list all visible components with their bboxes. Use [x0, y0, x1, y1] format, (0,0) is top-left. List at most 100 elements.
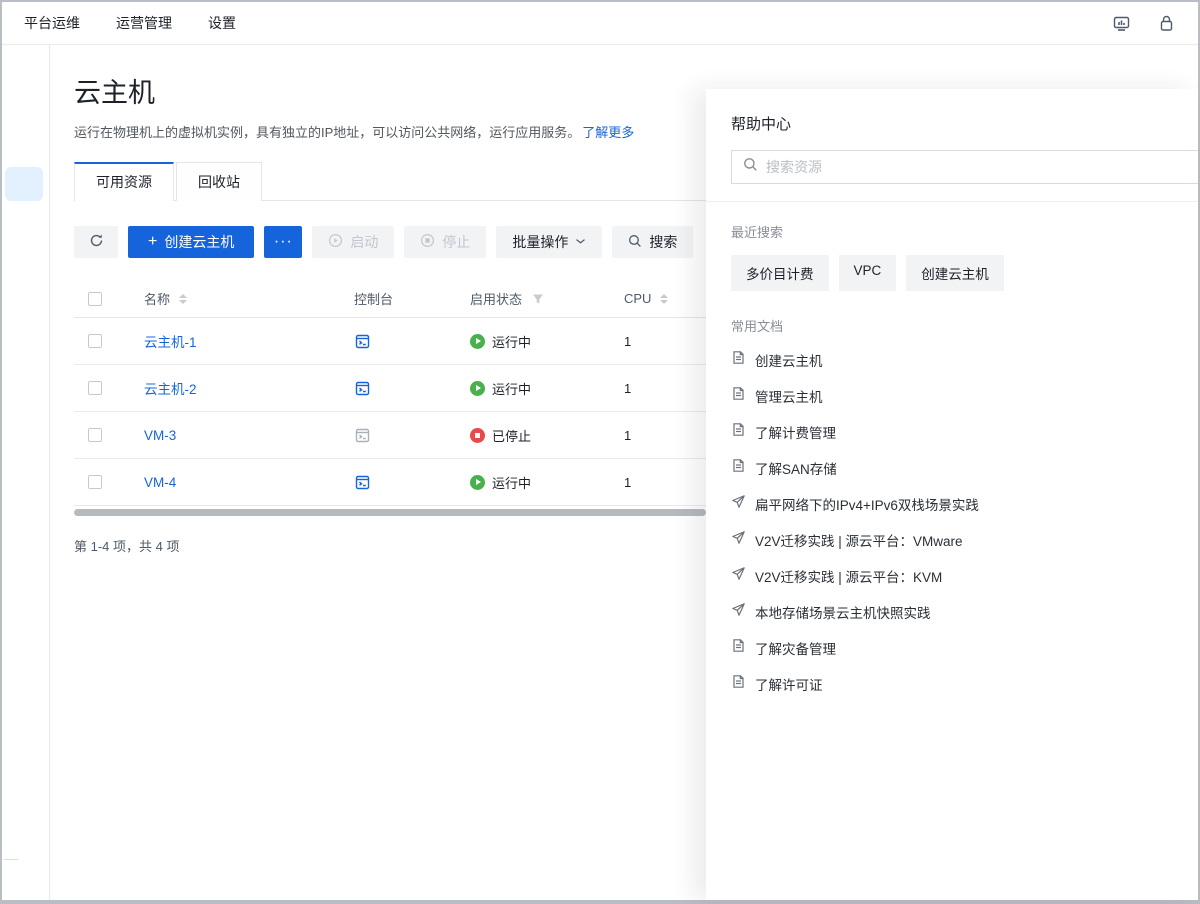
page-description-text: 运行在物理机上的虚拟机实例，具有独立的IP地址，可以访问公共网络，运行应用服务。 [74, 125, 580, 140]
row-checkbox[interactable] [88, 334, 102, 348]
cpu-value: 1 [608, 381, 698, 396]
recent-tag[interactable]: 多价目计费 [731, 255, 829, 291]
plus-icon: + [148, 233, 157, 251]
more-actions-button[interactable]: ··· [264, 226, 302, 258]
stopped-status-icon [470, 428, 485, 443]
running-status-icon [470, 475, 485, 490]
row-checkbox[interactable] [88, 475, 102, 489]
content-area: 云主机 运行在物理机上的虚拟机实例，具有独立的IP地址，可以访问公共网络，运行应… [2, 45, 1198, 900]
document-icon [731, 350, 746, 370]
tab-available-resources[interactable]: 可用资源 [74, 162, 174, 201]
sort-icon[interactable] [179, 290, 187, 308]
cpu-value: 1 [608, 428, 698, 443]
recent-tag[interactable]: 创建云主机 [906, 255, 1004, 291]
column-header-cpu[interactable]: CPU [608, 290, 698, 308]
doc-list-item[interactable]: V2V迁移实践 | 源云平台：VMware [731, 522, 1174, 558]
help-search-box[interactable] [731, 150, 1198, 184]
common-docs-label: 常用文档 [731, 316, 1174, 335]
recent-searches-label: 最近搜索 [731, 222, 1174, 241]
document-icon [731, 422, 746, 442]
tab-bar: 可用资源 回收站 [74, 161, 714, 201]
search-label: 搜索 [649, 232, 677, 252]
status-badge: 已停止 [470, 426, 531, 445]
stop-label: 停止 [442, 232, 470, 252]
console-icon[interactable] [354, 333, 371, 350]
search-icon [628, 234, 642, 251]
running-status-icon [470, 381, 485, 396]
stop-button[interactable]: 停止 [404, 226, 486, 258]
select-all-checkbox[interactable] [88, 292, 102, 306]
chevron-down-icon [575, 237, 586, 247]
paper-plane-icon [731, 494, 746, 514]
tab-recycle-bin[interactable]: 回收站 [176, 162, 262, 201]
document-icon [731, 458, 746, 478]
sort-icon[interactable] [660, 290, 668, 308]
doc-list-item[interactable]: 管理云主机 [731, 378, 1174, 414]
doc-list-item[interactable]: 了解计费管理 [731, 414, 1174, 450]
doc-list-item[interactable]: 本地存储场景云主机快照实践 [731, 594, 1174, 630]
stop-circle-icon [420, 233, 435, 251]
filter-funnel-icon[interactable] [532, 293, 544, 305]
console-icon[interactable] [354, 380, 371, 397]
paper-plane-icon [731, 602, 746, 622]
doc-list-item[interactable]: 扁平网络下的IPv4+IPv6双栈场景实践 [731, 486, 1174, 522]
column-header-name[interactable]: 名称 [128, 289, 338, 308]
search-button[interactable]: 搜索 [612, 226, 693, 258]
nav-item-settings[interactable]: 设置 [208, 13, 236, 33]
paper-plane-icon [731, 530, 746, 550]
nav-item-platform-ops[interactable]: 平台运维 [24, 13, 80, 33]
doc-list-item[interactable]: 了解许可证 [731, 666, 1174, 702]
vm-name-link[interactable]: 云主机-2 [144, 378, 197, 398]
document-icon [731, 674, 746, 694]
vm-name-link[interactable]: VM-4 [144, 475, 176, 490]
cpu-value: 1 [608, 475, 698, 490]
horizontal-scrollbar[interactable] [74, 509, 706, 516]
doc-list-item[interactable]: 了解灾备管理 [731, 630, 1174, 666]
sidebar-divider [4, 859, 18, 860]
vm-table: 名称 控制台 启用状态 CPU [74, 280, 722, 506]
running-status-icon [470, 334, 485, 349]
recent-search-tags: 多价目计费 VPC 创建云主机 [731, 255, 1174, 291]
status-badge: 运行中 [470, 332, 531, 351]
nav-item-operation-mgmt[interactable]: 运营管理 [116, 13, 172, 33]
console-icon-disabled [354, 427, 371, 444]
table-row: 云主机-2 运行中 [74, 365, 722, 412]
refresh-icon [89, 233, 104, 251]
recent-tag[interactable]: VPC [839, 255, 897, 291]
table-header-row: 名称 控制台 启用状态 CPU [74, 280, 722, 318]
sidebar-active-item-highlight[interactable] [5, 167, 43, 201]
row-checkbox[interactable] [88, 428, 102, 442]
console-icon[interactable] [354, 474, 371, 491]
dashboard-monitor-icon[interactable] [1112, 14, 1131, 33]
status-badge: 运行中 [470, 473, 531, 492]
paper-plane-icon [731, 566, 746, 586]
table-row: VM-4 运行中 [74, 459, 722, 506]
refresh-button[interactable] [74, 226, 118, 258]
document-icon [731, 386, 746, 406]
table-row: VM-3 已停止 [74, 412, 722, 459]
doc-list-item[interactable]: 创建云主机 [731, 342, 1174, 378]
search-icon [743, 157, 758, 177]
create-vm-button[interactable]: + 创建云主机 [128, 226, 254, 258]
vm-name-link[interactable]: 云主机-1 [144, 331, 197, 351]
batch-actions-label: 批量操作 [512, 232, 568, 252]
doc-list-item[interactable]: V2V迁移实践 | 源云平台：KVM [731, 558, 1174, 594]
learn-more-link[interactable]: 了解更多 [582, 125, 634, 140]
help-center-title: 帮助中心 [731, 113, 1198, 134]
row-checkbox[interactable] [88, 381, 102, 395]
batch-actions-button[interactable]: 批量操作 [496, 226, 602, 258]
column-header-console: 控制台 [338, 289, 454, 308]
top-navigation-bar: 平台运维 运营管理 设置 [2, 2, 1198, 45]
vm-name-link[interactable]: VM-3 [144, 428, 176, 443]
play-circle-icon [328, 233, 343, 251]
help-search-input[interactable] [766, 159, 1192, 175]
doc-list: 创建云主机 管理云主机 [731, 342, 1174, 702]
doc-list-item[interactable]: 了解SAN存储 [731, 450, 1174, 486]
left-sidebar-rail [2, 45, 50, 900]
column-header-status[interactable]: 启用状态 [454, 289, 608, 308]
start-label: 启动 [350, 232, 378, 252]
start-button[interactable]: 启动 [312, 226, 394, 258]
cpu-value: 1 [608, 334, 698, 349]
help-center-panel: 帮助中心 最近搜索 多价目计费 VPC 创建云主机 常用文档 [706, 89, 1198, 900]
lock-icon[interactable] [1157, 14, 1176, 33]
